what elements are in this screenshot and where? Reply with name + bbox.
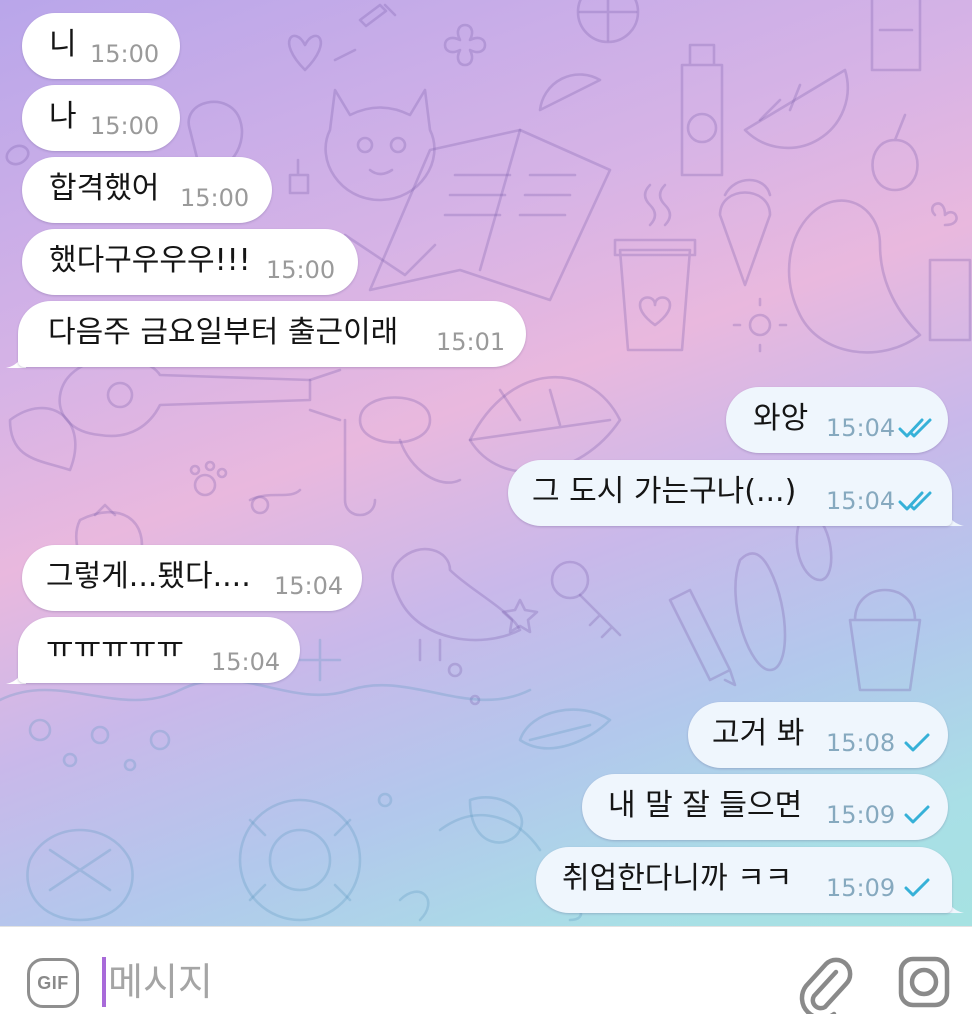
message-time: 15:09 xyxy=(826,801,896,829)
message-time: 15:04 xyxy=(826,487,896,515)
message-input[interactable] xyxy=(108,952,748,1012)
message-bubble-outgoing[interactable]: 고거 봐 15:08 xyxy=(688,702,948,768)
message-time: 15:00 xyxy=(266,256,336,284)
message-bubble-incoming[interactable]: 합격했어 15:00 xyxy=(22,157,272,223)
message-bubble-outgoing[interactable]: 그 도시 가는구나(...) 15:04 xyxy=(508,460,952,526)
message-time: 15:00 xyxy=(90,40,160,68)
message-bubble-incoming[interactable]: 했다구우우우!!! 15:00 xyxy=(22,229,358,295)
attach-button[interactable] xyxy=(794,950,854,1021)
message-time: 15:04 xyxy=(826,414,896,442)
text-cursor xyxy=(102,957,106,1007)
message-text: 합격했어 xyxy=(49,171,160,206)
chat-area[interactable]: 니 15:00 나 15:00 합격했어 15:00 했다구우우우!!! 15:… xyxy=(0,0,972,926)
double-check-icon xyxy=(898,491,932,511)
gif-label: GIF xyxy=(37,973,69,993)
message-time: 15:01 xyxy=(436,328,506,356)
message-bubble-incoming[interactable]: ㅠㅠㅠㅠㅠ 15:04 xyxy=(18,617,300,683)
message-text: 취업한다니까 ㅋㅋ xyxy=(562,861,793,896)
check-icon xyxy=(904,805,930,824)
camera-icon xyxy=(898,956,950,1008)
check-icon xyxy=(904,733,930,752)
message-text: 내 말 잘 들으면 xyxy=(608,788,803,823)
message-text: ㅠㅠㅠㅠㅠ xyxy=(46,631,184,666)
check-icon xyxy=(904,878,930,897)
message-bubble-incoming[interactable]: 니 15:00 xyxy=(22,13,180,79)
message-bubble-outgoing[interactable]: 취업한다니까 ㅋㅋ 15:09 xyxy=(536,847,952,913)
message-time: 15:09 xyxy=(826,874,896,902)
gif-button[interactable]: GIF xyxy=(27,958,79,1008)
message-text: 다음주 금요일부터 출근이래 xyxy=(48,315,399,350)
message-time: 15:00 xyxy=(90,112,160,140)
message-text: 니 xyxy=(49,27,77,62)
message-text: 했다구우우우!!! xyxy=(49,243,251,278)
message-time: 15:00 xyxy=(180,184,250,212)
double-check-icon xyxy=(898,418,932,438)
message-text: 나 xyxy=(49,99,77,134)
message-bubble-incoming[interactable]: 다음주 금요일부터 출근이래 15:01 xyxy=(18,301,526,367)
message-time: 15:04 xyxy=(274,572,344,600)
message-text: 고거 봐 xyxy=(712,716,805,751)
message-text: 와앙 xyxy=(753,401,809,436)
message-bubble-incoming[interactable]: 나 15:00 xyxy=(22,85,180,151)
message-bubble-outgoing[interactable]: 내 말 잘 들으면 15:09 xyxy=(582,774,948,840)
message-bubble-outgoing[interactable]: 와앙 15:04 xyxy=(726,387,948,453)
paperclip-icon xyxy=(799,957,853,1021)
message-bubble-incoming[interactable]: 그렇게...됐다.... 15:04 xyxy=(22,545,362,611)
camera-button[interactable] xyxy=(896,954,952,1010)
message-text: 그렇게...됐다.... xyxy=(46,559,251,594)
message-time: 15:08 xyxy=(826,729,896,757)
message-text: 그 도시 가는구나(...) xyxy=(532,474,797,509)
message-time: 15:04 xyxy=(211,648,281,676)
